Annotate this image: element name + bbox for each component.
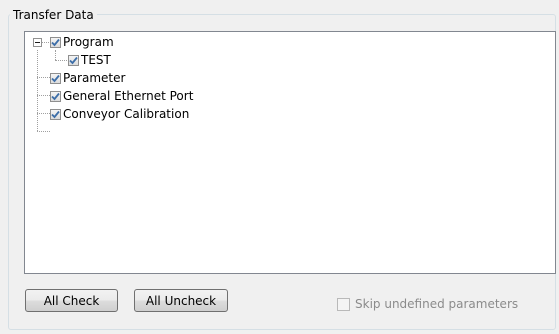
tree-line (55, 50, 56, 60)
check-mark-icon (51, 110, 60, 118)
tree-node-label: Program (63, 35, 114, 49)
all-check-button[interactable]: All Check (25, 289, 118, 312)
check-mark-icon (51, 74, 60, 82)
conveyor-calibration-checkbox[interactable] (50, 108, 61, 120)
tree-line (37, 77, 50, 78)
tree-node-general-ethernet-port[interactable]: General Ethernet Port (50, 87, 193, 105)
test-checkbox[interactable] (68, 54, 79, 66)
general-ethernet-port-checkbox[interactable] (50, 90, 61, 102)
tree-node-label: General Ethernet Port (63, 89, 194, 103)
check-mark-icon (51, 92, 60, 100)
group-title: Transfer Data (10, 8, 97, 22)
tree-line (42, 42, 49, 43)
skip-undefined-label: Skip undefined parameters (355, 297, 519, 311)
transfer-tree[interactable]: Program TEST Parameter General Ethernet … (24, 31, 556, 274)
check-mark-icon (69, 56, 78, 64)
collapse-icon[interactable] (33, 38, 42, 47)
skip-undefined-option: Skip undefined parameters (337, 297, 518, 311)
check-mark-icon (51, 38, 60, 46)
skip-undefined-checkbox (337, 297, 350, 311)
tree-node-test[interactable]: TEST (68, 51, 111, 69)
tree-line (55, 60, 67, 61)
tree-node-parameter[interactable]: Parameter (50, 69, 125, 87)
program-checkbox[interactable] (50, 36, 61, 48)
tree-node-label: Parameter (63, 71, 126, 85)
tree-line (37, 113, 50, 114)
tree-node-label: TEST (81, 53, 111, 67)
tree-node-label: Conveyor Calibration (63, 107, 190, 121)
tree-node-program[interactable]: Program (50, 33, 114, 51)
tree-line (37, 95, 50, 96)
tree-line (37, 50, 38, 131)
all-uncheck-button[interactable]: All Uncheck (134, 289, 228, 312)
tree-line (37, 131, 50, 132)
tree-node-conveyor-calibration[interactable]: Conveyor Calibration (50, 105, 189, 123)
parameter-checkbox[interactable] (50, 72, 61, 84)
